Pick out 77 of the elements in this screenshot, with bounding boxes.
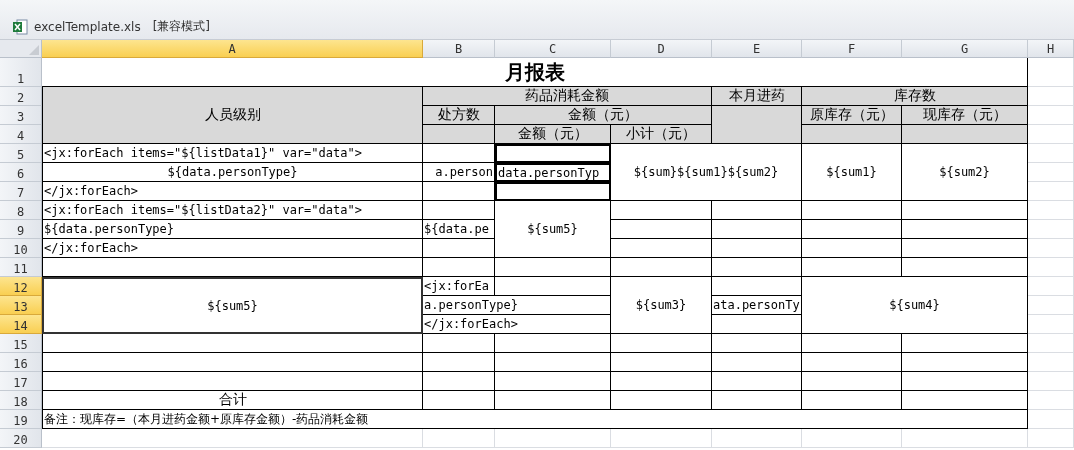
header-cell: 金额（元）: [495, 106, 712, 125]
spreadsheet-file-icon: [12, 18, 28, 35]
column-header[interactable]: B: [423, 40, 495, 58]
header-cell: 本月进药: [712, 87, 802, 106]
column-header[interactable]: G: [902, 40, 1028, 58]
table-cell: a.personType}: [423, 296, 611, 315]
table-cell: ${sum4}: [802, 277, 1028, 334]
column-header[interactable]: F: [802, 40, 902, 58]
row-header[interactable]: 17: [0, 372, 42, 391]
table-cell: ${sum2}: [902, 144, 1028, 201]
row-header[interactable]: 15: [0, 334, 42, 353]
window-title: excelTemplate.xls: [34, 19, 141, 34]
row-header[interactable]: 14: [0, 315, 42, 334]
corner-triangle-icon: [29, 45, 39, 55]
header-cell: 库存数: [802, 87, 1028, 106]
table-cell: </jx:forEach>: [42, 182, 423, 201]
table-cell: [423, 258, 495, 277]
select-all-button[interactable]: [0, 40, 42, 58]
table-cell: ${sum5}: [42, 277, 423, 334]
row-header[interactable]: 19: [0, 410, 42, 429]
table-cell: ${data.personType}: [42, 163, 423, 182]
table-cell: [423, 391, 495, 410]
column-header[interactable]: C: [495, 40, 611, 58]
column-header[interactable]: H: [1028, 40, 1074, 58]
table-cell: ${sum5}: [495, 201, 611, 258]
table-cell: ${sum3}: [611, 277, 712, 334]
table-cell: </jx:forEach>: [423, 315, 611, 334]
table-cell: data.personTyp: [495, 163, 611, 182]
table-cell: 备注：现库存=（本月进药金额+原库存金额）-药品消耗金额: [42, 410, 1028, 429]
table-cell: <jx:forEach items="${listData1}" var="data">: [42, 144, 423, 163]
column-header[interactable]: A: [42, 40, 423, 58]
row-header[interactable]: 6: [0, 163, 42, 182]
row-header[interactable]: 16: [0, 353, 42, 372]
table-cell: <jx:forEach items="${listData2}" var="data">: [42, 201, 423, 220]
sheet-title: 月报表: [42, 58, 1028, 87]
row-header[interactable]: 18: [0, 391, 42, 410]
table-cell: [423, 144, 495, 163]
row-header[interactable]: 4: [0, 125, 42, 144]
table-cell: [423, 182, 495, 201]
table-cell: ${sum1}: [802, 144, 902, 201]
table-cell: [423, 372, 495, 391]
table-cell: ${data.pe: [423, 220, 495, 239]
compat-mode-label: [兼容模式]: [152, 18, 210, 35]
table-cell: [423, 239, 495, 258]
row-header[interactable]: 8: [0, 201, 42, 220]
table-cell: ${data.personType}: [42, 220, 423, 239]
header-cell: 金额（元）: [495, 125, 611, 144]
header-cell: [423, 125, 495, 144]
row-header[interactable]: 2: [0, 87, 42, 106]
header-cell: 原库存（元）: [802, 106, 902, 125]
row-header[interactable]: 10: [0, 239, 42, 258]
header-cell: 药品消耗金额: [423, 87, 712, 106]
table-cell: [423, 334, 495, 353]
header-cell: 处方数: [423, 106, 495, 125]
table-cell: [423, 201, 495, 220]
header-cell: 人员级别: [42, 87, 423, 144]
row-header[interactable]: 5: [0, 144, 42, 163]
table-cell: ${sum}${sum1}${sum2}: [611, 144, 802, 201]
row-header[interactable]: 7: [0, 182, 42, 201]
row-header[interactable]: 20: [0, 429, 42, 448]
table-cell: 合计: [42, 391, 423, 410]
table-cell: [1028, 429, 1074, 448]
row-header[interactable]: 12: [0, 277, 42, 296]
header-cell: 小计（元）: [611, 125, 712, 144]
row-header[interactable]: 9: [0, 220, 42, 239]
row-header[interactable]: 3: [0, 106, 42, 125]
table-cell: ata.personTy: [712, 296, 802, 315]
table-cell: a.person: [423, 163, 495, 182]
column-header[interactable]: E: [712, 40, 802, 58]
header-cell: 现库存（元）: [902, 106, 1028, 125]
row-header[interactable]: 13: [0, 296, 42, 315]
table-cell: [423, 353, 495, 372]
table-cell: <jx:forEa: [423, 277, 495, 296]
row-header[interactable]: 11: [0, 258, 42, 277]
table-cell: </jx:forEach>: [42, 239, 423, 258]
column-header[interactable]: D: [611, 40, 712, 58]
row-header[interactable]: 1: [0, 58, 42, 87]
